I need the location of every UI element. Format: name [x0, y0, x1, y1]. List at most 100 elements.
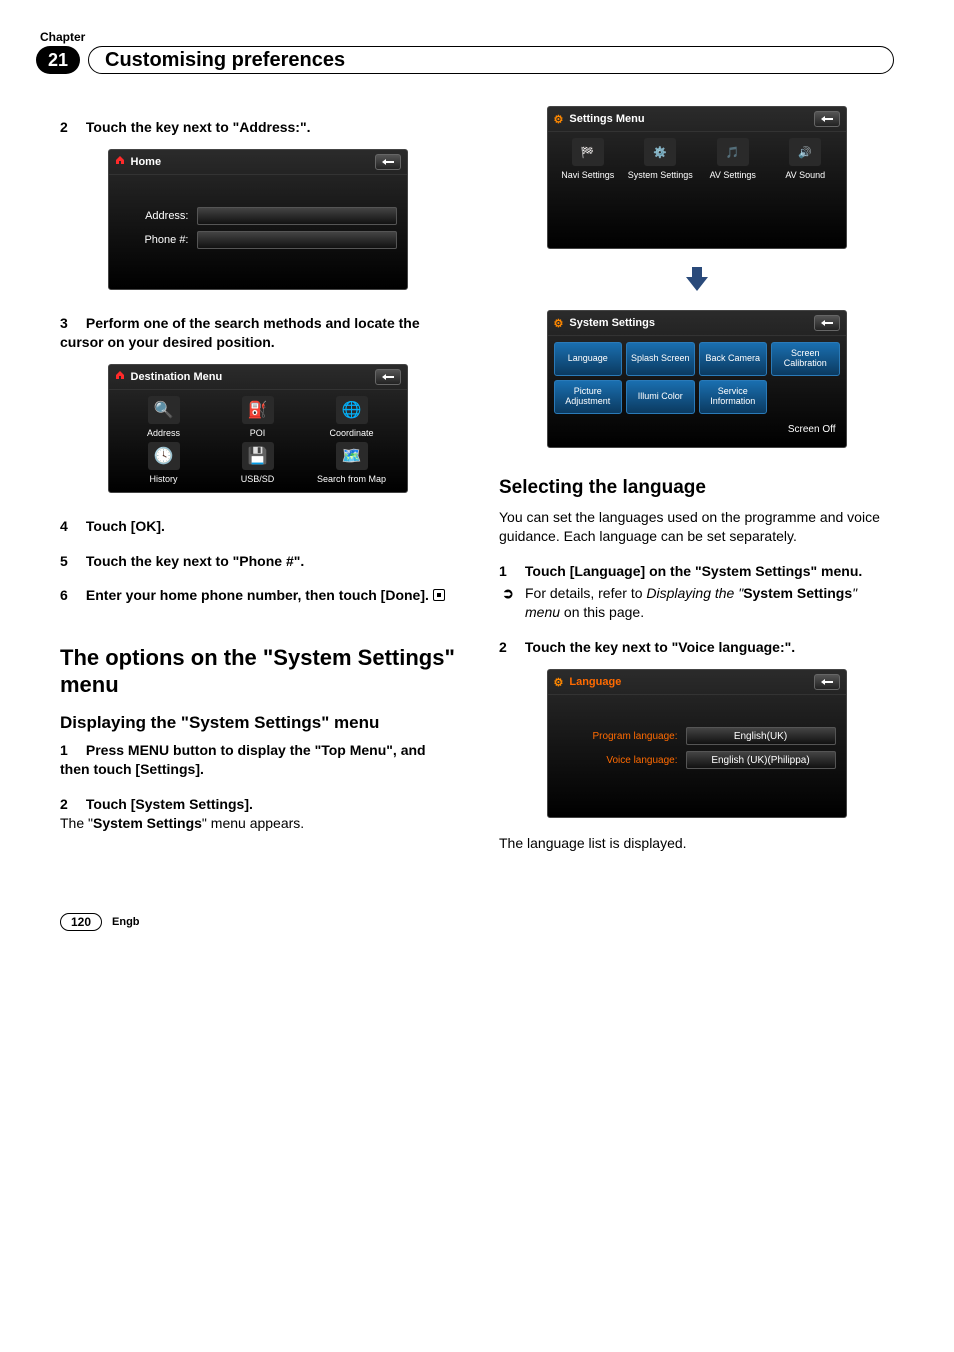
h3-part: Displaying the ": [60, 713, 189, 732]
sys-btn-picture[interactable]: Picture Adjustment: [554, 380, 623, 414]
dest-tile-searchmap[interactable]: 🗺️ Search from Map: [307, 442, 397, 484]
h3-part: " menu: [321, 713, 379, 732]
step-text: Press MENU button to display the "Top Me…: [60, 742, 426, 777]
sys-btn-illumi[interactable]: Illumi Color: [626, 380, 695, 414]
reference-icon: ➲: [499, 584, 517, 622]
screenshot-system-settings: ⚙ System Settings Language Splash Screen…: [547, 310, 847, 448]
end-icon: [433, 589, 445, 601]
screen-off-button[interactable]: Screen Off: [548, 414, 846, 439]
text-part: System Settings: [743, 585, 852, 601]
back-button[interactable]: [814, 111, 840, 127]
heading-selecting-language: Selecting the language: [499, 476, 894, 500]
text-part: For details, refer to: [525, 585, 646, 601]
tool-icon: ⚙: [554, 113, 564, 126]
back-button[interactable]: [375, 369, 401, 385]
voice-language-label: Voice language:: [558, 755, 678, 766]
settings-tile-av[interactable]: 🎵 AV Settings: [699, 138, 768, 180]
disp-step-1: 1 Press MENU button to display the "Top …: [60, 741, 455, 779]
step-number: 2: [60, 795, 82, 814]
navi-icon: 🏁: [581, 146, 595, 159]
sys-btn-language[interactable]: Language: [554, 342, 623, 376]
right-column: ⚙ Settings Menu 🏁 Navi Settings ⚙️ Syste…: [499, 106, 894, 853]
reference-bullet: ➲ For details, refer to Displaying the "…: [499, 584, 894, 622]
settings-title-bar: ⚙ Settings Menu: [548, 107, 846, 132]
settings-tile-avsound[interactable]: 🔊 AV Sound: [771, 138, 840, 180]
screenshot-home: Home Address: Phone #:: [108, 149, 408, 290]
sys-btn-splash[interactable]: Splash Screen: [626, 342, 695, 376]
phone-row: Phone #:: [119, 231, 397, 249]
tile-label: AV Settings: [710, 170, 756, 180]
lang-title-bar: ⚙ Language: [548, 670, 846, 695]
poi-icon: ⛽: [248, 400, 268, 420]
tile-label: Search from Map: [317, 474, 386, 484]
h3-part: System Settings: [189, 713, 321, 732]
text-part: " menu appears.: [202, 815, 304, 831]
left-column: 2 Touch the key next to "Address:". Home…: [60, 106, 455, 853]
text-part: System Settings: [93, 815, 202, 831]
back-button[interactable]: [814, 315, 840, 331]
sys-btn-service[interactable]: Service Information: [699, 380, 768, 414]
step-text: Touch the key next to "Phone #".: [86, 553, 304, 569]
dest-tile-usbsd[interactable]: 💾 USB/SD: [213, 442, 303, 484]
closing-text: The language list is displayed.: [499, 834, 894, 853]
sel-step-2: 2 Touch the key next to "Voice language:…: [499, 638, 894, 657]
step-number: 6: [60, 586, 82, 605]
step-number: 3: [60, 314, 82, 333]
settings-tile-system[interactable]: ⚙️ System Settings: [626, 138, 695, 180]
screenshot-language: ⚙ Language Program language: English(UK)…: [547, 669, 847, 818]
sd-icon: 💾: [248, 446, 268, 466]
dest-tile-history[interactable]: 🕓 History: [119, 442, 209, 484]
dest-tile-address[interactable]: 🔍 Address: [119, 396, 209, 438]
settings-tile-navi[interactable]: 🏁 Navi Settings: [554, 138, 623, 180]
program-language-value[interactable]: English(UK): [686, 727, 836, 745]
tile-label: POI: [250, 428, 266, 438]
lang-title: Language: [569, 676, 621, 688]
sys-title-bar: ⚙ System Settings: [548, 311, 846, 336]
sys-btn-calib[interactable]: Screen Calibration: [771, 342, 840, 376]
tile-label: USB/SD: [241, 474, 275, 484]
step-text: Touch the key next to "Address:".: [86, 119, 311, 135]
sys-btn-backcam[interactable]: Back Camera: [699, 342, 768, 376]
step-text: Perform one of the search methods and lo…: [60, 315, 420, 350]
history-icon: 🕓: [154, 446, 174, 466]
address-input[interactable]: [197, 207, 397, 225]
step-number: 1: [499, 562, 521, 581]
step-3: 3 Perform one of the search methods and …: [60, 314, 455, 352]
voice-language-value[interactable]: English (UK)(Philippa): [686, 751, 836, 769]
tool-icon: ⚙: [554, 317, 564, 330]
dest-tile-poi[interactable]: ⛽ POI: [213, 396, 303, 438]
dest-title: Destination Menu: [131, 371, 223, 383]
reference-text: For details, refer to Displaying the "Sy…: [525, 584, 894, 622]
map-icon: 🗺️: [342, 446, 362, 466]
home-icon: [115, 370, 125, 383]
page-number: 120: [60, 913, 102, 931]
magnifier-icon: 🔍: [154, 400, 174, 420]
step-6: 6 Enter your home phone number, then tou…: [60, 586, 455, 605]
program-language-row: Program language: English(UK): [558, 727, 836, 745]
dest-tile-coordinate[interactable]: 🌐 Coordinate: [307, 396, 397, 438]
tile-label: Address: [147, 428, 180, 438]
program-language-label: Program language:: [558, 731, 678, 742]
step-5: 5 Touch the key next to "Phone #".: [60, 552, 455, 571]
screenshot-destination: Destination Menu 🔍 Address ⛽ POI 🌐 Coord…: [108, 364, 408, 493]
step-number: 5: [60, 552, 82, 571]
tile-label: AV Sound: [785, 170, 825, 180]
disp-step-2: 2 Touch [System Settings].: [60, 795, 455, 814]
phone-label: Phone #:: [119, 234, 189, 246]
step-4: 4 Touch [OK].: [60, 517, 455, 536]
back-button[interactable]: [814, 674, 840, 690]
step-number: 4: [60, 517, 82, 536]
text-part: The ": [60, 815, 93, 831]
h2-part: The options on the ": [60, 645, 273, 670]
screenshot-settings-menu: ⚙ Settings Menu 🏁 Navi Settings ⚙️ Syste…: [547, 106, 847, 249]
back-button[interactable]: [375, 154, 401, 170]
tile-label: Navi Settings: [561, 170, 614, 180]
step-2: 2 Touch the key next to "Address:".: [60, 118, 455, 137]
dest-title-bar: Destination Menu: [109, 365, 407, 390]
address-label: Address:: [119, 210, 189, 222]
phone-input[interactable]: [197, 231, 397, 249]
home-icon: [115, 155, 125, 168]
chapter-number-pill: 21: [36, 46, 80, 74]
step-text: Touch [System Settings].: [86, 796, 253, 812]
h2-part: System Settings: [273, 645, 444, 670]
